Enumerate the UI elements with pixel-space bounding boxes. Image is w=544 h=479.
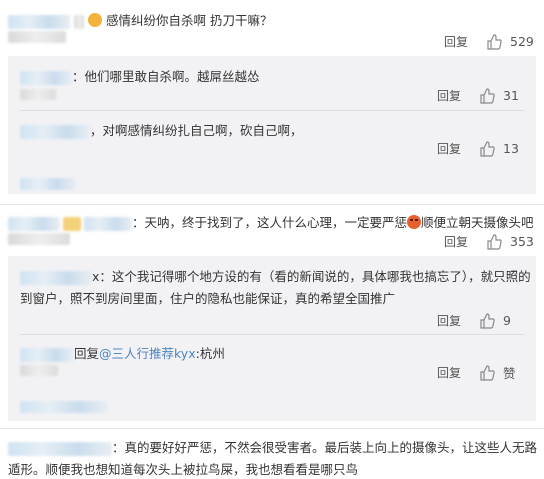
- like-count: 13: [503, 141, 519, 156]
- comment-1-text: 感情纠纷你自杀啊 扔刀干嘛？: [106, 13, 273, 28]
- like-count: 31: [503, 88, 519, 103]
- reply-1-2-username[interactable]: [20, 124, 90, 139]
- reply-button[interactable]: 回复: [437, 312, 461, 329]
- comment-2-actions: 回复 353: [444, 233, 534, 250]
- reply-2-2-actions: 回复 赞: [437, 363, 516, 382]
- comment-1-text-line: 感情纠纷你自杀啊 扔刀干嘛？: [8, 10, 272, 29]
- comment-divider: [0, 428, 544, 429]
- reply-2-2-text-line: 回复@三人行推荐kyx:杭州: [20, 343, 225, 362]
- reply-1-1-username[interactable]: [20, 70, 72, 85]
- reply-divider: [20, 334, 524, 335]
- reply-2-2-username[interactable]: [20, 347, 74, 362]
- comment-2-timestamp: [8, 232, 70, 245]
- comment-2-meta: [8, 230, 70, 245]
- reply-1-2-text: ，对啊感情纠纷扎自己啊，砍自己啊，: [90, 123, 303, 138]
- comment-1-timestamp: [8, 30, 66, 43]
- reply-2-1-text-1: x：这个我记得哪个地方设的有（看的新闻说的，具体哪我也搞忘了），就只照的: [92, 269, 531, 284]
- reply-1-1-meta: [20, 86, 56, 101]
- like-label: 赞: [503, 366, 516, 381]
- reply-button[interactable]: 回复: [437, 364, 461, 381]
- like-thumb-icon[interactable]: [486, 33, 502, 50]
- reply-button[interactable]: 回复: [437, 140, 461, 157]
- emoji-icon: [88, 13, 102, 27]
- angry-face-icon: [407, 215, 422, 229]
- reply-2-1-text-line-1: x：这个我记得哪个地方设的有（看的新闻说的，具体哪我也搞忘了），就只照的: [20, 266, 531, 285]
- more-replies-link[interactable]: [20, 175, 76, 190]
- comment-3-text-line-1: ：真的要好好严惩，不然会很受害者。最后装上向上的摄像头，让这些人无路: [8, 437, 537, 456]
- comment-divider: [0, 204, 544, 205]
- comment-3-text-1: ：真的要好好严惩，不然会很受害者。最后装上向上的摄像头，让这些人无路: [112, 440, 538, 455]
- reply-1-1-text-line: ：他们哪里敢自杀啊。越屌丝越怂: [20, 66, 260, 85]
- comment-3-text-2: 遁形。顺便我也想知道每次头上被拉鸟屎，我也想看看是哪只鸟: [8, 462, 359, 477]
- like-thumb-icon[interactable]: [479, 87, 495, 104]
- reply-2-2-meta: [20, 362, 58, 377]
- comment-2-username[interactable]: [8, 216, 60, 231]
- reply-2-1-username[interactable]: [20, 270, 92, 285]
- reply-button[interactable]: 回复: [437, 87, 461, 104]
- like-thumb-icon[interactable]: [479, 364, 495, 381]
- reply-2-1-text-2: 到窗户，照不到房间里面，住户的隐私也能保证，真的希望全国推广: [20, 291, 396, 306]
- more-replies-link[interactable]: [20, 398, 108, 413]
- reply-2-2-prefix: 回复: [74, 346, 100, 361]
- reply-1-1-text: ：他们哪里敢自杀啊。越屌丝越怂: [72, 69, 260, 84]
- comment-3-text-line-2: 遁形。顺便我也想知道每次头上被拉鸟屎，我也想看看是哪只鸟: [8, 459, 358, 478]
- more-replies-blurred[interactable]: [20, 400, 108, 413]
- comment-2-username-suffix: [84, 216, 132, 231]
- reply-2-1-actions: 回复 9: [437, 312, 511, 329]
- badge-icon: [63, 216, 81, 231]
- comment-2-text-line: ：天呐，终于找到了，这人什么心理，一定要严惩 顺便立朝天摄像头吧: [8, 212, 534, 231]
- comment-2-text-a: ：天呐，终于找到了，这人什么心理，一定要严惩: [132, 215, 408, 230]
- reply-1-1-timestamp: [20, 89, 56, 100]
- badge-icon: [74, 14, 84, 29]
- comment-1-username[interactable]: [8, 14, 70, 29]
- reply-2-1-text-line-2: 到窗户，照不到房间里面，住户的隐私也能保证，真的希望全国推广: [20, 288, 395, 307]
- mention-link[interactable]: @三人行推荐kyx: [99, 346, 196, 361]
- reply-divider: [20, 110, 524, 111]
- reply-button[interactable]: 回复: [444, 233, 468, 250]
- like-count: 353: [510, 234, 534, 249]
- comment-2-text-b: 顺便立朝天摄像头吧: [421, 215, 534, 230]
- more-replies-blurred[interactable]: [20, 177, 76, 190]
- reply-1-2-text-line: ，对啊感情纠纷扎自己啊，砍自己啊，: [20, 120, 303, 139]
- like-thumb-icon[interactable]: [486, 233, 502, 250]
- like-count: 9: [503, 313, 511, 328]
- comment-3-username[interactable]: [8, 441, 112, 456]
- like-count: 529: [510, 34, 534, 49]
- reply-button[interactable]: 回复: [444, 33, 468, 50]
- reply-1-2-actions: 回复 13: [437, 140, 519, 157]
- comment-1-actions: 回复 529: [444, 33, 534, 50]
- reply-2-2-suffix: :杭州: [195, 346, 225, 361]
- like-thumb-icon[interactable]: [479, 140, 495, 157]
- reply-1-1-actions: 回复 31: [437, 87, 519, 104]
- comment-1-meta: [8, 28, 66, 43]
- reply-2-2-timestamp: [20, 365, 58, 376]
- like-thumb-icon[interactable]: [479, 312, 495, 329]
